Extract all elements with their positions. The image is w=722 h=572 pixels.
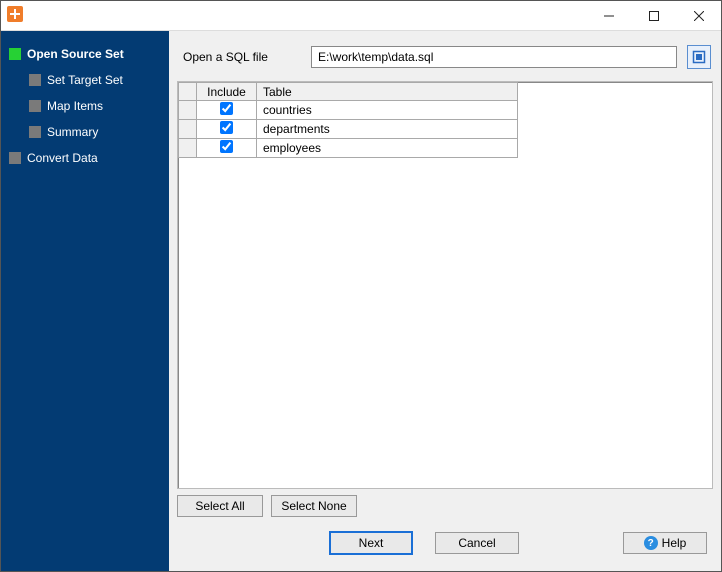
next-button[interactable]: Next: [329, 531, 413, 555]
tables-grid[interactable]: Include Table countriesdepartmentsemploy…: [177, 81, 713, 489]
browse-button[interactable]: [687, 45, 711, 69]
titlebar-left: [1, 6, 23, 25]
wizard-step-4[interactable]: Convert Data: [7, 145, 163, 171]
table-header[interactable]: Table: [257, 83, 518, 101]
step-label: Summary: [47, 125, 98, 139]
file-path-input[interactable]: [311, 46, 677, 68]
table-row[interactable]: departments: [179, 120, 518, 139]
step-box-icon: [29, 100, 41, 112]
row-header[interactable]: [179, 139, 197, 158]
step-box-icon: [9, 48, 21, 60]
step-box-icon: [9, 152, 21, 164]
help-icon: ?: [644, 536, 658, 550]
select-all-button[interactable]: Select All: [177, 495, 263, 517]
row-header[interactable]: [179, 120, 197, 139]
include-header[interactable]: Include: [197, 83, 257, 101]
titlebar: [1, 1, 721, 31]
include-checkbox[interactable]: [220, 102, 233, 115]
corner-header: [179, 83, 197, 101]
step-box-icon: [29, 74, 41, 86]
wizard-step-2[interactable]: Map Items: [7, 93, 163, 119]
open-file-label: Open a SQL file: [183, 50, 301, 64]
main-panel: Open a SQL file Include Table countr: [169, 31, 721, 571]
step-label: Set Target Set: [47, 73, 123, 87]
browse-icon: [692, 50, 706, 64]
step-label: Open Source Set: [27, 47, 124, 61]
tables-table: Include Table countriesdepartmentsemploy…: [178, 82, 518, 158]
maximize-icon: [649, 11, 659, 21]
wizard-footer: Next Cancel ? Help: [175, 523, 715, 565]
table-name-cell[interactable]: employees: [257, 139, 518, 158]
content: Open Source Set Set Target Set Map Items Su…: [1, 31, 721, 571]
maximize-button[interactable]: [631, 1, 676, 31]
include-cell: [197, 139, 257, 158]
wizard-sidebar: Open Source Set Set Target Set Map Items Su…: [1, 31, 169, 571]
table-name-cell[interactable]: countries: [257, 101, 518, 120]
selection-buttons: Select All Select None: [175, 489, 715, 523]
include-checkbox[interactable]: [220, 140, 233, 153]
minimize-button[interactable]: [586, 1, 631, 31]
step-label: Map Items: [47, 99, 103, 113]
include-cell: [197, 101, 257, 120]
include-checkbox[interactable]: [220, 121, 233, 134]
table-row[interactable]: countries: [179, 101, 518, 120]
table-name-cell[interactable]: departments: [257, 120, 518, 139]
file-row: Open a SQL file: [175, 37, 715, 81]
wizard-step-1[interactable]: Set Target Set: [7, 67, 163, 93]
wizard-step-3[interactable]: Summary: [7, 119, 163, 145]
include-cell: [197, 120, 257, 139]
help-button[interactable]: ? Help: [623, 532, 707, 554]
minimize-icon: [604, 11, 614, 21]
close-button[interactable]: [676, 1, 721, 31]
step-label: Convert Data: [27, 151, 98, 165]
help-label: Help: [662, 536, 687, 550]
close-icon: [694, 11, 704, 21]
table-row[interactable]: employees: [179, 139, 518, 158]
cancel-button[interactable]: Cancel: [435, 532, 519, 554]
step-box-icon: [29, 126, 41, 138]
wizard-step-0[interactable]: Open Source Set: [7, 41, 163, 67]
row-header[interactable]: [179, 101, 197, 120]
app-icon: [7, 6, 23, 22]
select-none-button[interactable]: Select None: [271, 495, 357, 517]
window-controls: [586, 1, 721, 31]
